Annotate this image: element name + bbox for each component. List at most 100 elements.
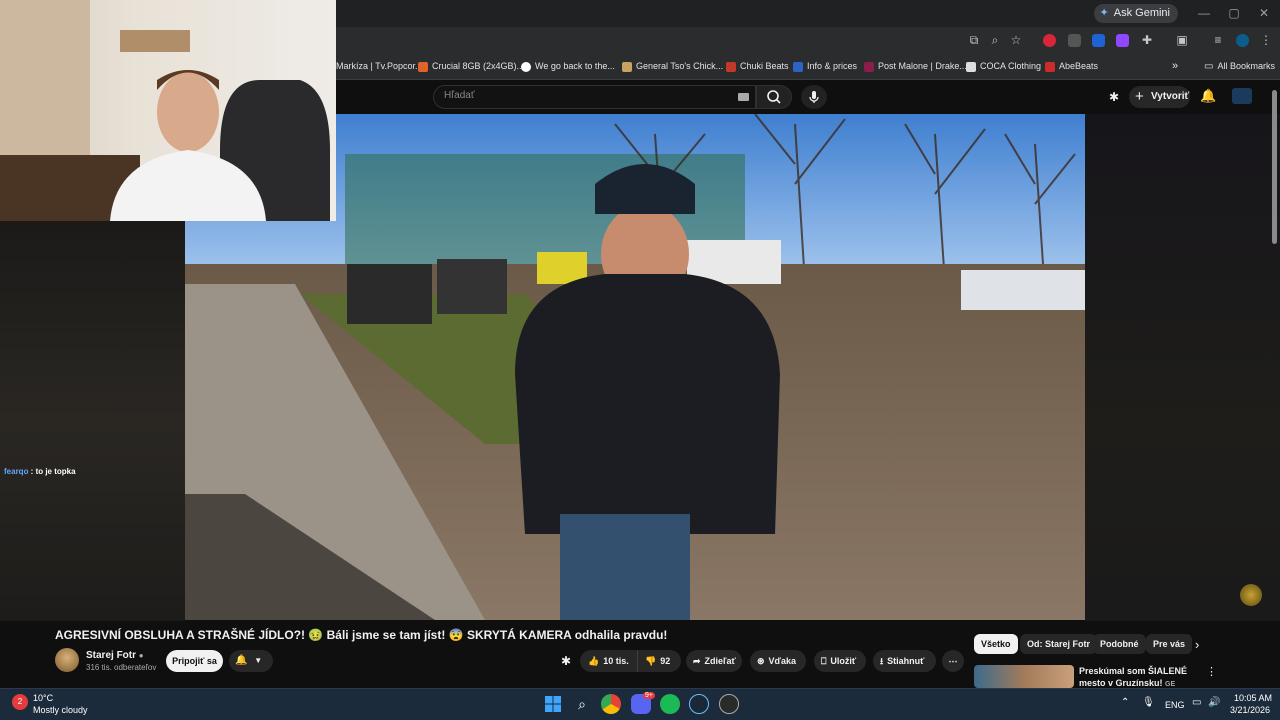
ask-gemini-button[interactable]: ✦ Ask Gemini	[1093, 4, 1178, 23]
thanks-button[interactable]: ⊛ Vďaka	[750, 650, 806, 672]
bookmark-favicon	[418, 61, 428, 72]
bookmarks-overflow-icon[interactable]: »	[1172, 59, 1178, 74]
tab-search-icon[interactable]: ▣	[1174, 32, 1190, 48]
extension-icon[interactable]	[1092, 34, 1105, 47]
save-button[interactable]: ⎕ Uložiť	[814, 650, 866, 672]
bookmark-item[interactable]: Chuki Beats	[726, 59, 789, 74]
download-label: Stiahnuť	[887, 656, 925, 666]
clock-time[interactable]: 10:05 AM	[1234, 693, 1272, 703]
close-icon[interactable]: ✕	[1254, 4, 1274, 22]
maximize-icon[interactable]: ▢	[1224, 4, 1244, 22]
bookmark-label: We go back to the...	[535, 61, 615, 71]
save-label: Uložiť	[830, 656, 857, 666]
ask-gemini-label: Ask Gemini	[1113, 7, 1170, 19]
chip-related[interactable]: Podobné	[1093, 634, 1146, 654]
gemini-ask-icon[interactable]: ✱	[561, 654, 571, 668]
voice-search-button[interactable]	[801, 85, 827, 109]
spotify-icon[interactable]	[660, 694, 680, 714]
bookmark-label: Info & prices	[807, 61, 858, 71]
bell-icon: 🔔	[235, 655, 248, 666]
bookmark-item[interactable]: Info & prices	[793, 59, 857, 74]
all-bookmarks-label: All Bookmarks	[1217, 61, 1275, 71]
weather-temp[interactable]: 10°C	[33, 693, 53, 703]
bookmark-favicon	[793, 61, 803, 72]
stream-side-panel	[0, 221, 185, 621]
channel-name[interactable]: Starej Fotr ●	[86, 650, 144, 661]
taskbar-search-icon[interactable]: ⌕	[572, 694, 592, 714]
app-icon[interactable]	[719, 694, 739, 714]
bookmark-label: Crucial 8GB (2x4GB)...	[432, 61, 525, 71]
profile-avatar[interactable]	[1236, 34, 1249, 47]
browser-menu-icon[interactable]: ⋮	[1258, 32, 1274, 48]
reading-list-icon[interactable]: ≡	[1210, 32, 1226, 48]
extension-icon[interactable]	[1068, 34, 1081, 47]
create-label: Vytvoriť	[1151, 91, 1190, 102]
keyboard-icon[interactable]	[738, 93, 749, 101]
chrome-icon[interactable]	[601, 694, 621, 714]
chat-username: fearqo	[4, 467, 29, 476]
clock-date: 3/21/2026	[1230, 705, 1271, 715]
chip-all[interactable]: Všetko	[974, 634, 1018, 654]
thanks-icon: ⊛	[757, 656, 765, 666]
gemini-sparkle-icon[interactable]: ✱	[1109, 90, 1119, 104]
account-avatar[interactable]	[1232, 88, 1252, 104]
dislike-button[interactable]: 👎 92	[637, 650, 681, 672]
stream-side-panel	[1085, 114, 1280, 621]
bookmark-item[interactable]: AbeBeats	[1045, 59, 1098, 74]
bookmark-star-icon[interactable]: ☆	[1008, 32, 1024, 48]
bookmark-item[interactable]: Markíza | Tv.Popcor...	[336, 59, 423, 74]
minimize-icon[interactable]: —	[1194, 4, 1214, 22]
bookmark-item[interactable]: Crucial 8GB (2x4GB)...	[418, 59, 524, 74]
chip-for-you[interactable]: Pre vás	[1146, 634, 1193, 654]
bookmark-favicon	[966, 61, 976, 72]
webcam-overlay	[0, 0, 336, 221]
network-icon[interactable]: ▭	[1192, 697, 1201, 708]
all-bookmarks[interactable]: ▭ All Bookmarks	[1204, 59, 1275, 74]
extension-icon[interactable]	[1043, 34, 1056, 47]
chevron-right-icon[interactable]: ›	[1195, 637, 1199, 652]
zoom-icon[interactable]: ⌕	[987, 32, 1003, 48]
channel-avatar[interactable]	[55, 648, 79, 672]
volume-icon[interactable]: 🔊	[1208, 697, 1220, 708]
bookmark-label: AbeBeats	[1059, 61, 1099, 71]
bookmark-item[interactable]: General Tso's Chick...	[622, 59, 723, 74]
share-button[interactable]: ➦ Zdieľať	[686, 650, 742, 672]
subscription-bell-button[interactable]: 🔔 ▼	[229, 650, 273, 672]
bookmark-item[interactable]: We go back to the...	[521, 59, 615, 74]
weather-icon[interactable]: 2	[12, 694, 28, 710]
search-input[interactable]	[433, 85, 756, 109]
notifications-bell-icon[interactable]: 🔔	[1200, 88, 1216, 104]
page-scrollbar[interactable]	[1272, 90, 1277, 244]
microphone-tray-icon[interactable]: 🎙	[1142, 697, 1155, 708]
steam-icon[interactable]	[689, 694, 709, 714]
share-label: Zdieľať	[704, 656, 736, 666]
stream-mascot-icon	[1240, 584, 1262, 606]
verified-icon: ●	[138, 651, 144, 660]
chat-message: fearqo : to je topka	[4, 467, 76, 476]
language-indicator[interactable]: ENG	[1165, 700, 1185, 710]
join-button[interactable]: Pripojiť sa	[166, 650, 223, 672]
chip-from-channel[interactable]: Od: Starej Fotr	[1020, 634, 1098, 654]
more-actions-icon[interactable]: ⋯	[942, 650, 964, 672]
install-app-icon[interactable]: ⧉	[966, 32, 982, 48]
download-button[interactable]: ⭳ Stiahnuť	[873, 650, 936, 672]
bookmark-icon: ⎕	[821, 656, 827, 666]
tray-overflow-icon[interactable]: ⌃	[1121, 697, 1129, 708]
bookmark-favicon	[622, 61, 632, 72]
recommendation-menu-icon[interactable]: ⋮	[1206, 665, 1217, 678]
bookmark-item[interactable]: Post Malone | Drake...	[864, 59, 967, 74]
extensions-puzzle-icon[interactable]: ✚	[1139, 32, 1155, 48]
thumbs-down-icon: 👎	[645, 656, 657, 666]
gemini-icon: ✦	[1099, 7, 1109, 19]
twitch-extension-icon[interactable]	[1116, 34, 1129, 47]
search-button[interactable]	[756, 85, 792, 109]
bookmark-label: General Tso's Chick...	[636, 61, 724, 71]
recommended-video-thumbnail[interactable]	[974, 665, 1074, 688]
chevron-down-icon: ▼	[254, 656, 263, 665]
windows-start-icon[interactable]	[543, 694, 563, 714]
address-bar[interactable]	[336, 29, 1036, 51]
bookmark-favicon	[864, 61, 874, 72]
bookmark-item[interactable]: COCA Clothing	[966, 59, 1041, 74]
bookmark-label: Markíza | Tv.Popcor...	[336, 61, 423, 71]
create-button[interactable]: + Vytvoriť	[1129, 86, 1190, 108]
